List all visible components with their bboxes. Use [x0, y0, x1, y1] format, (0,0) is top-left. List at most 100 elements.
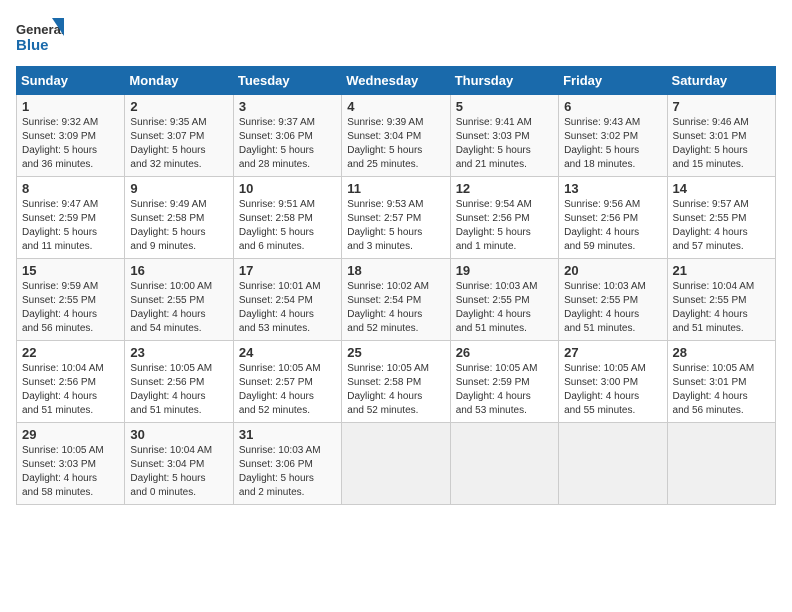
table-row: 19 Sunrise: 10:03 AMSunset: 2:55 PMDaylig… — [450, 259, 558, 341]
day-number: 12 — [456, 181, 553, 196]
table-row — [559, 423, 667, 505]
day-info: Sunrise: 9:53 AMSunset: 2:57 PMDaylight:… — [347, 198, 444, 254]
table-row: 1Sunrise: 9:32 AMSunset: 3:09 PMDaylight… — [17, 95, 125, 177]
col-header-sunday: Sunday — [17, 67, 125, 95]
table-row: 7 Sunrise: 9:46 AMSunset: 3:01 PMDaylight… — [667, 95, 775, 177]
table-row: 29 Sunrise: 10:05 AMSunset: 3:03 PMDaylig… — [17, 423, 125, 505]
day-number: 7 — [673, 99, 770, 114]
table-row: 6 Sunrise: 9:43 AMSunset: 3:02 PMDaylight… — [559, 95, 667, 177]
day-number: 22 — [22, 345, 119, 360]
table-row — [450, 423, 558, 505]
day-number: 31 — [239, 427, 336, 442]
day-number: 20 — [564, 263, 661, 278]
day-info: Sunrise: 9:54 AMSunset: 2:56 PMDaylight:… — [456, 198, 553, 254]
day-info: Sunrise: 10:04 AMSunset: 3:04 PMDaylight… — [130, 444, 227, 500]
table-row: 24Sunrise: 10:05 AMSunset: 2:57 PMDaylig… — [233, 341, 341, 423]
col-header-monday: Monday — [125, 67, 233, 95]
table-row: 30 Sunrise: 10:04 AMSunset: 3:04 PMDaylig… — [125, 423, 233, 505]
page-header: General Blue — [16, 16, 776, 58]
day-info: Sunrise: 9:37 AMSunset: 3:06 PMDaylight:… — [239, 116, 336, 172]
day-info: Sunrise: 9:39 AMSunset: 3:04 PMDaylight:… — [347, 116, 444, 172]
day-info: Sunrise: 9:43 AMSunset: 3:02 PMDaylight:… — [564, 116, 661, 172]
logo-svg: General Blue — [16, 16, 66, 58]
table-row: 26 Sunrise: 10:05 AMSunset: 2:59 PMDaylig… — [450, 341, 558, 423]
table-row: 21 Sunrise: 10:04 AMSunset: 2:55 PMDaylig… — [667, 259, 775, 341]
day-info: Sunrise: 9:32 AMSunset: 3:09 PMDaylight:… — [22, 116, 119, 172]
day-number: 30 — [130, 427, 227, 442]
day-info: Sunrise: 10:02 AMSunset: 2:54 PMDaylight… — [347, 280, 444, 336]
table-row: 23 Sunrise: 10:05 AMSunset: 2:56 PMDaylig… — [125, 341, 233, 423]
table-row: 3 Sunrise: 9:37 AMSunset: 3:06 PMDaylight… — [233, 95, 341, 177]
table-row: 16 Sunrise: 10:00 AMSunset: 2:55 PMDaylig… — [125, 259, 233, 341]
col-header-thursday: Thursday — [450, 67, 558, 95]
day-info: Sunrise: 9:56 AMSunset: 2:56 PMDaylight:… — [564, 198, 661, 254]
day-number: 4 — [347, 99, 444, 114]
day-info: Sunrise: 9:41 AMSunset: 3:03 PMDaylight:… — [456, 116, 553, 172]
table-row: 2Sunrise: 9:35 AMSunset: 3:07 PMDaylight… — [125, 95, 233, 177]
day-info: Sunrise: 10:05 AMSunset: 2:59 PMDaylight… — [456, 362, 553, 418]
table-row: 4 Sunrise: 9:39 AMSunset: 3:04 PMDaylight… — [342, 95, 450, 177]
day-info: Sunrise: 10:05 AMSunset: 2:58 PMDaylight… — [347, 362, 444, 418]
svg-text:Blue: Blue — [16, 37, 49, 54]
day-info: Sunrise: 9:47 AMSunset: 2:59 PMDaylight:… — [22, 198, 119, 254]
day-number: 27 — [564, 345, 661, 360]
day-number: 21 — [673, 263, 770, 278]
day-number: 8 — [22, 181, 119, 196]
col-header-friday: Friday — [559, 67, 667, 95]
day-number: 9 — [130, 181, 227, 196]
day-number: 14 — [673, 181, 770, 196]
day-info: Sunrise: 9:59 AMSunset: 2:55 PMDaylight:… — [22, 280, 119, 336]
day-info: Sunrise: 10:04 AMSunset: 2:56 PMDaylight… — [22, 362, 119, 418]
day-info: Sunrise: 9:57 AMSunset: 2:55 PMDaylight:… — [673, 198, 770, 254]
day-number: 18 — [347, 263, 444, 278]
table-row: 12 Sunrise: 9:54 AMSunset: 2:56 PMDayligh… — [450, 177, 558, 259]
table-row: 14 Sunrise: 9:57 AMSunset: 2:55 PMDayligh… — [667, 177, 775, 259]
day-info: Sunrise: 10:01 AMSunset: 2:54 PMDaylight… — [239, 280, 336, 336]
day-number: 17 — [239, 263, 336, 278]
day-number: 23 — [130, 345, 227, 360]
day-info: Sunrise: 10:03 AMSunset: 2:55 PMDaylight… — [456, 280, 553, 336]
day-number: 24 — [239, 345, 336, 360]
day-info: Sunrise: 10:03 AMSunset: 3:06 PMDaylight… — [239, 444, 336, 500]
table-row: 15 Sunrise: 9:59 AMSunset: 2:55 PMDayligh… — [17, 259, 125, 341]
table-row: 25 Sunrise: 10:05 AMSunset: 2:58 PMDaylig… — [342, 341, 450, 423]
table-row: 13Sunrise: 9:56 AMSunset: 2:56 PMDayligh… — [559, 177, 667, 259]
day-info: Sunrise: 9:49 AMSunset: 2:58 PMDaylight:… — [130, 198, 227, 254]
col-header-tuesday: Tuesday — [233, 67, 341, 95]
day-number: 16 — [130, 263, 227, 278]
day-number: 19 — [456, 263, 553, 278]
day-number: 25 — [347, 345, 444, 360]
table-row: 27Sunrise: 10:05 AMSunset: 3:00 PMDaylig… — [559, 341, 667, 423]
table-row: 20 Sunrise: 10:03 AMSunset: 2:55 PMDaylig… — [559, 259, 667, 341]
day-info: Sunrise: 10:00 AMSunset: 2:55 PMDaylight… — [130, 280, 227, 336]
day-number: 28 — [673, 345, 770, 360]
col-header-wednesday: Wednesday — [342, 67, 450, 95]
day-number: 11 — [347, 181, 444, 196]
day-info: Sunrise: 10:05 AMSunset: 3:01 PMDaylight… — [673, 362, 770, 418]
day-info: Sunrise: 9:51 AMSunset: 2:58 PMDaylight:… — [239, 198, 336, 254]
day-info: Sunrise: 10:04 AMSunset: 2:55 PMDaylight… — [673, 280, 770, 336]
day-number: 29 — [22, 427, 119, 442]
table-row: 17 Sunrise: 10:01 AMSunset: 2:54 PMDaylig… — [233, 259, 341, 341]
day-info: Sunrise: 9:46 AMSunset: 3:01 PMDaylight:… — [673, 116, 770, 172]
col-header-saturday: Saturday — [667, 67, 775, 95]
day-number: 2 — [130, 99, 227, 114]
day-info: Sunrise: 10:05 AMSunset: 3:03 PMDaylight… — [22, 444, 119, 500]
day-number: 10 — [239, 181, 336, 196]
table-row: 18 Sunrise: 10:02 AMSunset: 2:54 PMDaylig… — [342, 259, 450, 341]
day-number: 15 — [22, 263, 119, 278]
table-row: 8 Sunrise: 9:47 AMSunset: 2:59 PMDaylight… — [17, 177, 125, 259]
logo: General Blue — [16, 16, 66, 58]
day-info: Sunrise: 10:05 AMSunset: 2:56 PMDaylight… — [130, 362, 227, 418]
table-row — [667, 423, 775, 505]
calendar-table: SundayMondayTuesdayWednesdayThursdayFrid… — [16, 66, 776, 505]
day-number: 3 — [239, 99, 336, 114]
day-number: 6 — [564, 99, 661, 114]
day-info: Sunrise: 10:03 AMSunset: 2:55 PMDaylight… — [564, 280, 661, 336]
table-row: 28 Sunrise: 10:05 AMSunset: 3:01 PMDaylig… — [667, 341, 775, 423]
table-row: 22 Sunrise: 10:04 AMSunset: 2:56 PMDaylig… — [17, 341, 125, 423]
table-row: 5 Sunrise: 9:41 AMSunset: 3:03 PMDaylight… — [450, 95, 558, 177]
day-number: 26 — [456, 345, 553, 360]
day-number: 5 — [456, 99, 553, 114]
table-row: 11 Sunrise: 9:53 AMSunset: 2:57 PMDayligh… — [342, 177, 450, 259]
